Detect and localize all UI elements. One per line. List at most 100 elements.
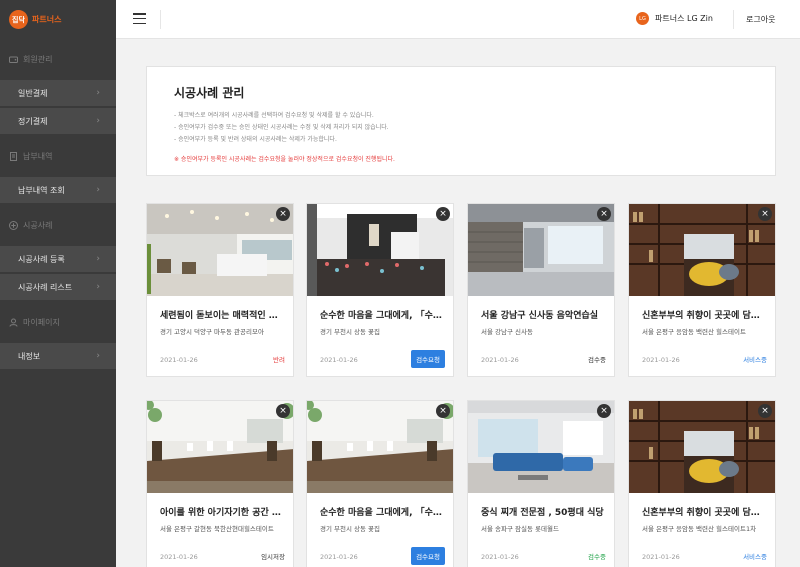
logo-text: 파트너스 [32,15,62,24]
case-card[interactable]: × 순수한 마음을 그대에게, 「수제 카페」 경기 부천시 상동 꽃집 2021-0… [306,400,454,567]
case-address: 서울 은평구 응암동 백련산 힐스테이트 [642,328,746,336]
sidebar-item-regular-payment[interactable]: 정기결제 › [0,108,116,134]
panel-note: - 승인여부가 검수중 또는 승인 상태인 시공사례는 수정 및 삭제 처리가 … [174,124,389,131]
panel-note: - 체크박스로 여러개의 시공사례를 선택하여 검수요청 및 삭제를 할 수 있… [174,112,374,119]
sidebar-item-payment-history[interactable]: 납부내역 조회 › [0,177,116,203]
logo-badge: 집닥 [9,10,28,29]
sidebar-section-payments: 납부내역 [0,136,116,177]
delete-icon[interactable]: × [276,207,290,221]
delete-icon[interactable]: × [276,404,290,418]
sidebar-item-label: 시공사례 리스트 [18,282,73,292]
case-address: 서울 송파구 잠실동 롯데월드 [481,525,559,533]
partner-account[interactable]: LG 파트너스 LG Zin [636,12,713,25]
case-date: 2021-01-26 [642,553,680,561]
case-date: 2021-01-26 [160,356,198,364]
case-address: 서울 은평구 갈현동 북한산현대힐스테이트 [160,525,274,533]
sidebar-section-title: 시공사례 [23,221,53,230]
case-card[interactable]: × 중식 찌개 전문점 , 50평대 식당서울 송파구 잠실동 롯데월드 2021-… [467,400,615,567]
case-thumbnail [147,204,293,296]
sidebar-section-cases: 시공사례 [0,205,116,246]
sidebar: 집닥 파트너스 회원관리 일반결제 › 정기결제 › 납부내역 납부내역 조회 … [0,0,116,567]
case-address: 서울 강남구 신사동 [481,328,533,336]
case-address: 경기 부천시 상동 꽃집 [320,328,381,336]
case-title: 세련됨이 돋보이는 매력적인 사무실 [160,311,284,321]
sidebar-item-label: 내정보 [18,351,41,361]
logout-link[interactable]: 로그아웃 [746,14,775,25]
partner-name: 파트너스 LG Zin [655,14,713,23]
delete-icon[interactable]: × [597,404,611,418]
chevron-right-icon: › [96,282,100,292]
sidebar-item-case-list[interactable]: 시공사례 리스트 › [0,274,116,300]
sidebar-section-title: 회원관리 [23,55,53,64]
partner-logo: LG [636,12,649,25]
receipt-icon [9,152,18,161]
case-date: 2021-01-26 [481,553,519,561]
case-title: 순수한 마음을 그대에게, 「수제 카페」 [320,508,444,518]
case-card[interactable]: × 아이를 위한 아기자기한 공간 만들기서울 은평구 갈현동 북한산현대힐스테이… [146,400,294,567]
sidebar-item-label: 납부내역 조회 [18,185,65,195]
chevron-right-icon: › [96,88,100,98]
delete-icon[interactable]: × [436,404,450,418]
case-address: 경기 고양시 덕양구 마두동 관공리모아 [160,328,264,336]
review-request-button[interactable]: 검수요청 [411,547,445,565]
delete-icon[interactable]: × [758,207,772,221]
app-logo[interactable]: 집닥 파트너스 [0,0,116,39]
status-badge: 서비스중 [743,356,767,364]
case-card[interactable]: × 세련됨이 돋보이는 매력적인 사무실경기 고양시 덕양구 마두동 관공리모아 2… [146,203,294,377]
sidebar-section-title: 납부내역 [23,152,53,161]
chevron-right-icon: › [96,185,100,195]
case-address: 서울 은평구 응암동 백련산 힐스테이트1차 [642,525,757,533]
sidebar-section-title: 마이페이지 [23,318,60,327]
case-title: 중식 찌개 전문점 , 50평대 식당 [481,508,604,518]
menu-icon[interactable] [133,13,146,24]
status-badge: 검수중 [588,356,606,364]
status-badge: 반려 [273,356,285,364]
case-title: 신혼부부의 취향이 곳곳에 담겨있는 집 [642,508,766,518]
info-panel: 시공사례 관리 - 체크박스로 여러개의 시공사례를 선택하여 검수요청 및 삭… [146,66,776,176]
case-title: 신혼부부의 취향이 곳곳에 담겨있는 집 [642,311,766,321]
sidebar-item-general-payment[interactable]: 일반결제 › [0,80,116,106]
status-badge: 임시저장 [261,553,285,561]
case-thumbnail [629,401,775,493]
divider [733,10,734,29]
sidebar-item-my-info[interactable]: 내정보 › [0,343,116,369]
case-date: 2021-01-26 [481,356,519,364]
user-icon [9,318,18,327]
case-title: 서울 강남구 신사동 음악연습실 [481,311,599,321]
case-card[interactable]: × 신혼부부의 취향이 곳곳에 담겨있는 집서울 은평구 응암동 백련산 힐스테이… [628,400,776,567]
panel-note: - 승인여부가 등록 및 반려 상태의 시공사례는 삭제가 가능합니다. [174,136,337,143]
review-request-button[interactable]: 검수요청 [411,350,445,368]
sidebar-item-case-register[interactable]: 시공사례 등록 › [0,246,116,272]
case-thumbnail [307,204,453,296]
case-date: 2021-01-26 [320,553,358,561]
delete-icon[interactable]: × [758,404,772,418]
case-title: 순수한 마음을 그대에게, 「수제 카페」 [320,311,444,321]
delete-icon[interactable]: × [436,207,450,221]
case-thumbnail [629,204,775,296]
sidebar-section-members: 회원관리 [0,39,116,80]
case-address: 경기 부천시 상동 꽃집 [320,525,381,533]
divider [160,10,161,29]
case-card[interactable]: × 신혼부부의 취향이 곳곳에 담겨있는 집서울 은평구 응암동 백련산 힐스테이… [628,203,776,377]
sidebar-item-label: 일반결제 [18,88,48,98]
status-badge: 서비스중 [743,553,767,561]
sidebar-item-label: 정기결제 [18,116,48,126]
case-thumbnail [147,401,293,493]
chevron-right-icon: › [96,254,100,264]
wallet-icon [9,55,18,64]
panel-notes: - 체크박스로 여러개의 시공사례를 선택하여 검수요청 및 삭제를 할 수 있… [174,110,389,146]
plus-circle-icon [9,221,18,230]
topbar: LG 파트너스 LG Zin 로그아웃 [116,0,800,39]
case-thumbnail [468,204,614,296]
delete-icon[interactable]: × [597,207,611,221]
case-thumbnail [468,401,614,493]
case-title: 아이를 위한 아기자기한 공간 만들기 [160,508,284,518]
page-title: 시공사례 관리 [174,86,245,100]
case-card[interactable]: × 서울 강남구 신사동 음악연습실서울 강남구 신사동 2021-01-26 검수중 [467,203,615,377]
case-thumbnail [307,401,453,493]
case-date: 2021-01-26 [320,356,358,364]
case-card[interactable]: × 순수한 마음을 그대에게, 「수제 카페」 경기 부천시 상동 꽃집 2021-0… [306,203,454,377]
sidebar-item-label: 시공사례 등록 [18,254,65,264]
panel-warning: ※ 승인여부가 등록인 시공사례는 검수요청을 눌러야 정상적으로 검수요청이 … [174,156,395,163]
case-date: 2021-01-26 [160,553,198,561]
